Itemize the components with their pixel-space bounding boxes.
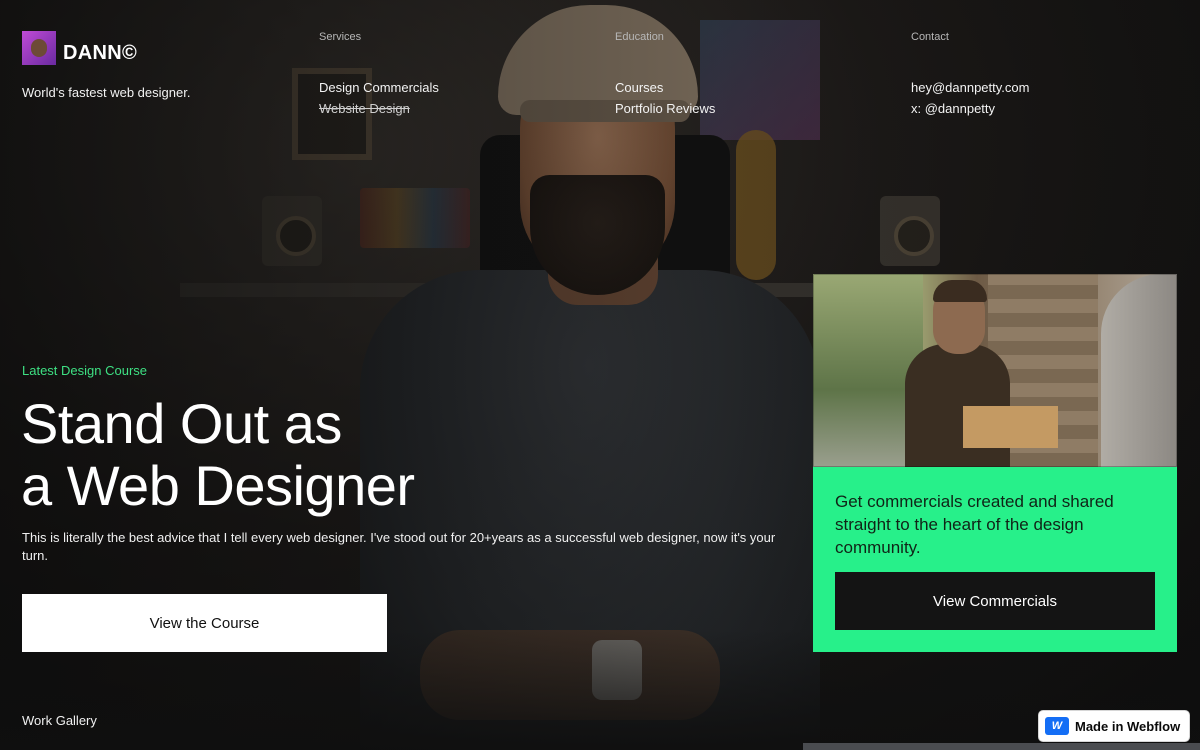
nav-services-heading: Services bbox=[319, 31, 362, 43]
work-gallery-label: Work Gallery bbox=[22, 713, 97, 728]
webflow-icon: W bbox=[1045, 717, 1069, 735]
view-commercials-button[interactable]: View Commercials bbox=[835, 572, 1155, 630]
nav-link-x-handle[interactable]: x: @dannpetty bbox=[911, 98, 1029, 119]
nav-education-heading: Education bbox=[615, 31, 664, 43]
nav-link-courses[interactable]: Courses bbox=[615, 77, 715, 98]
brand[interactable]: DANN© bbox=[22, 30, 137, 65]
view-course-button[interactable]: View the Course bbox=[22, 594, 387, 652]
commercials-promo-card: Get commercials created and shared strai… bbox=[813, 274, 1177, 652]
nav-services: Services Design Commercials Website Desi… bbox=[319, 31, 439, 119]
gallery-thumbnail-strip bbox=[803, 743, 1200, 750]
brand-tagline: World's fastest web designer. bbox=[22, 85, 191, 100]
nav-link-portfolio-reviews[interactable]: Portfolio Reviews bbox=[615, 98, 715, 119]
hero-title-line-1: Stand Out as bbox=[21, 392, 342, 455]
made-in-webflow-badge[interactable]: W Made in Webflow bbox=[1039, 711, 1189, 741]
badge-label: Made in Webflow bbox=[1075, 718, 1181, 734]
avatar bbox=[22, 30, 56, 65]
nav-link-email[interactable]: hey@dannpetty.com bbox=[911, 77, 1029, 98]
nav-education: Education Courses Portfolio Reviews bbox=[615, 31, 715, 119]
hero-title-line-2: a Web Designer bbox=[21, 454, 415, 517]
nav-link-design-commercials[interactable]: Design Commercials bbox=[319, 77, 439, 98]
nav-contact-heading: Contact bbox=[911, 31, 949, 43]
hero-title: Stand Out as a Web Designer bbox=[21, 393, 541, 517]
promo-text: Get commercials created and shared strai… bbox=[835, 492, 1114, 557]
nav-link-website-design[interactable]: Website Design bbox=[319, 98, 439, 119]
nav-contact: Contact hey@dannpetty.com x: @dannpetty bbox=[911, 31, 1029, 119]
hero-eyebrow: Latest Design Course bbox=[22, 363, 148, 378]
promo-photo bbox=[813, 274, 1177, 467]
hero-description: This is literally the best advice that I… bbox=[22, 530, 776, 563]
promo-photo-border bbox=[813, 274, 1177, 467]
brand-logo-text: DANN© bbox=[63, 42, 138, 64]
